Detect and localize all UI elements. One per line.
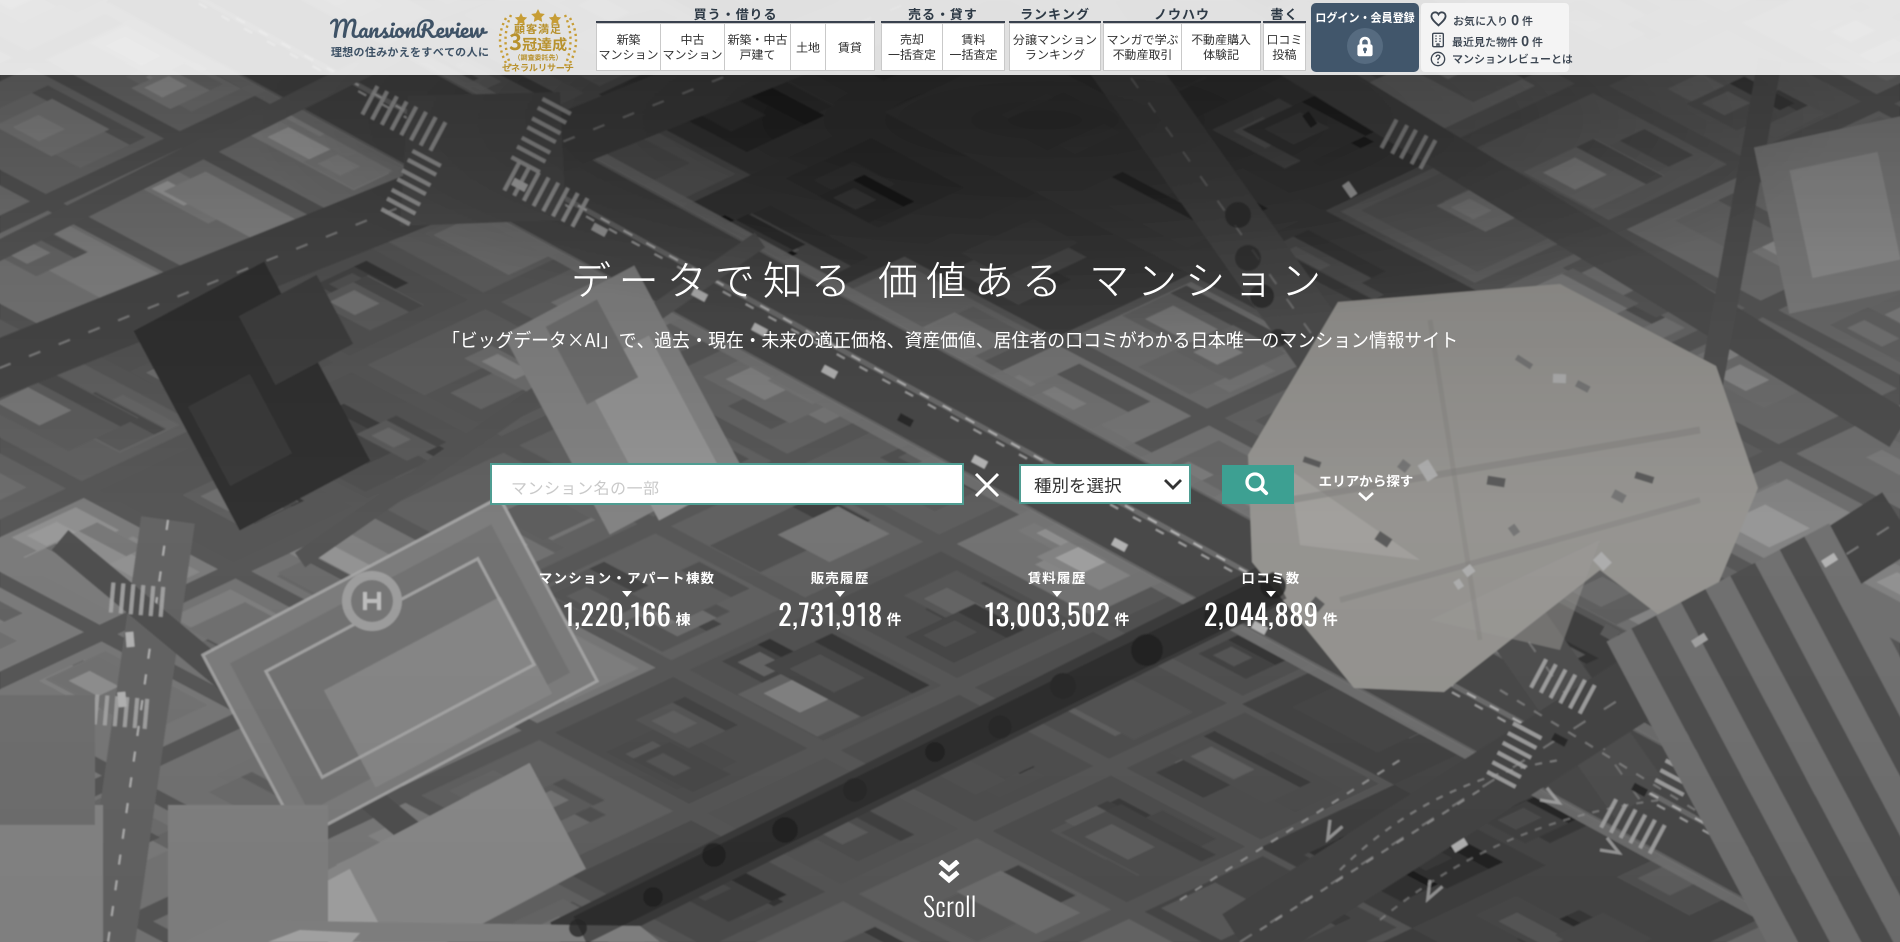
svg-text:ゼネラルリサーチ: ゼネラルリサーチ (501, 61, 574, 74)
